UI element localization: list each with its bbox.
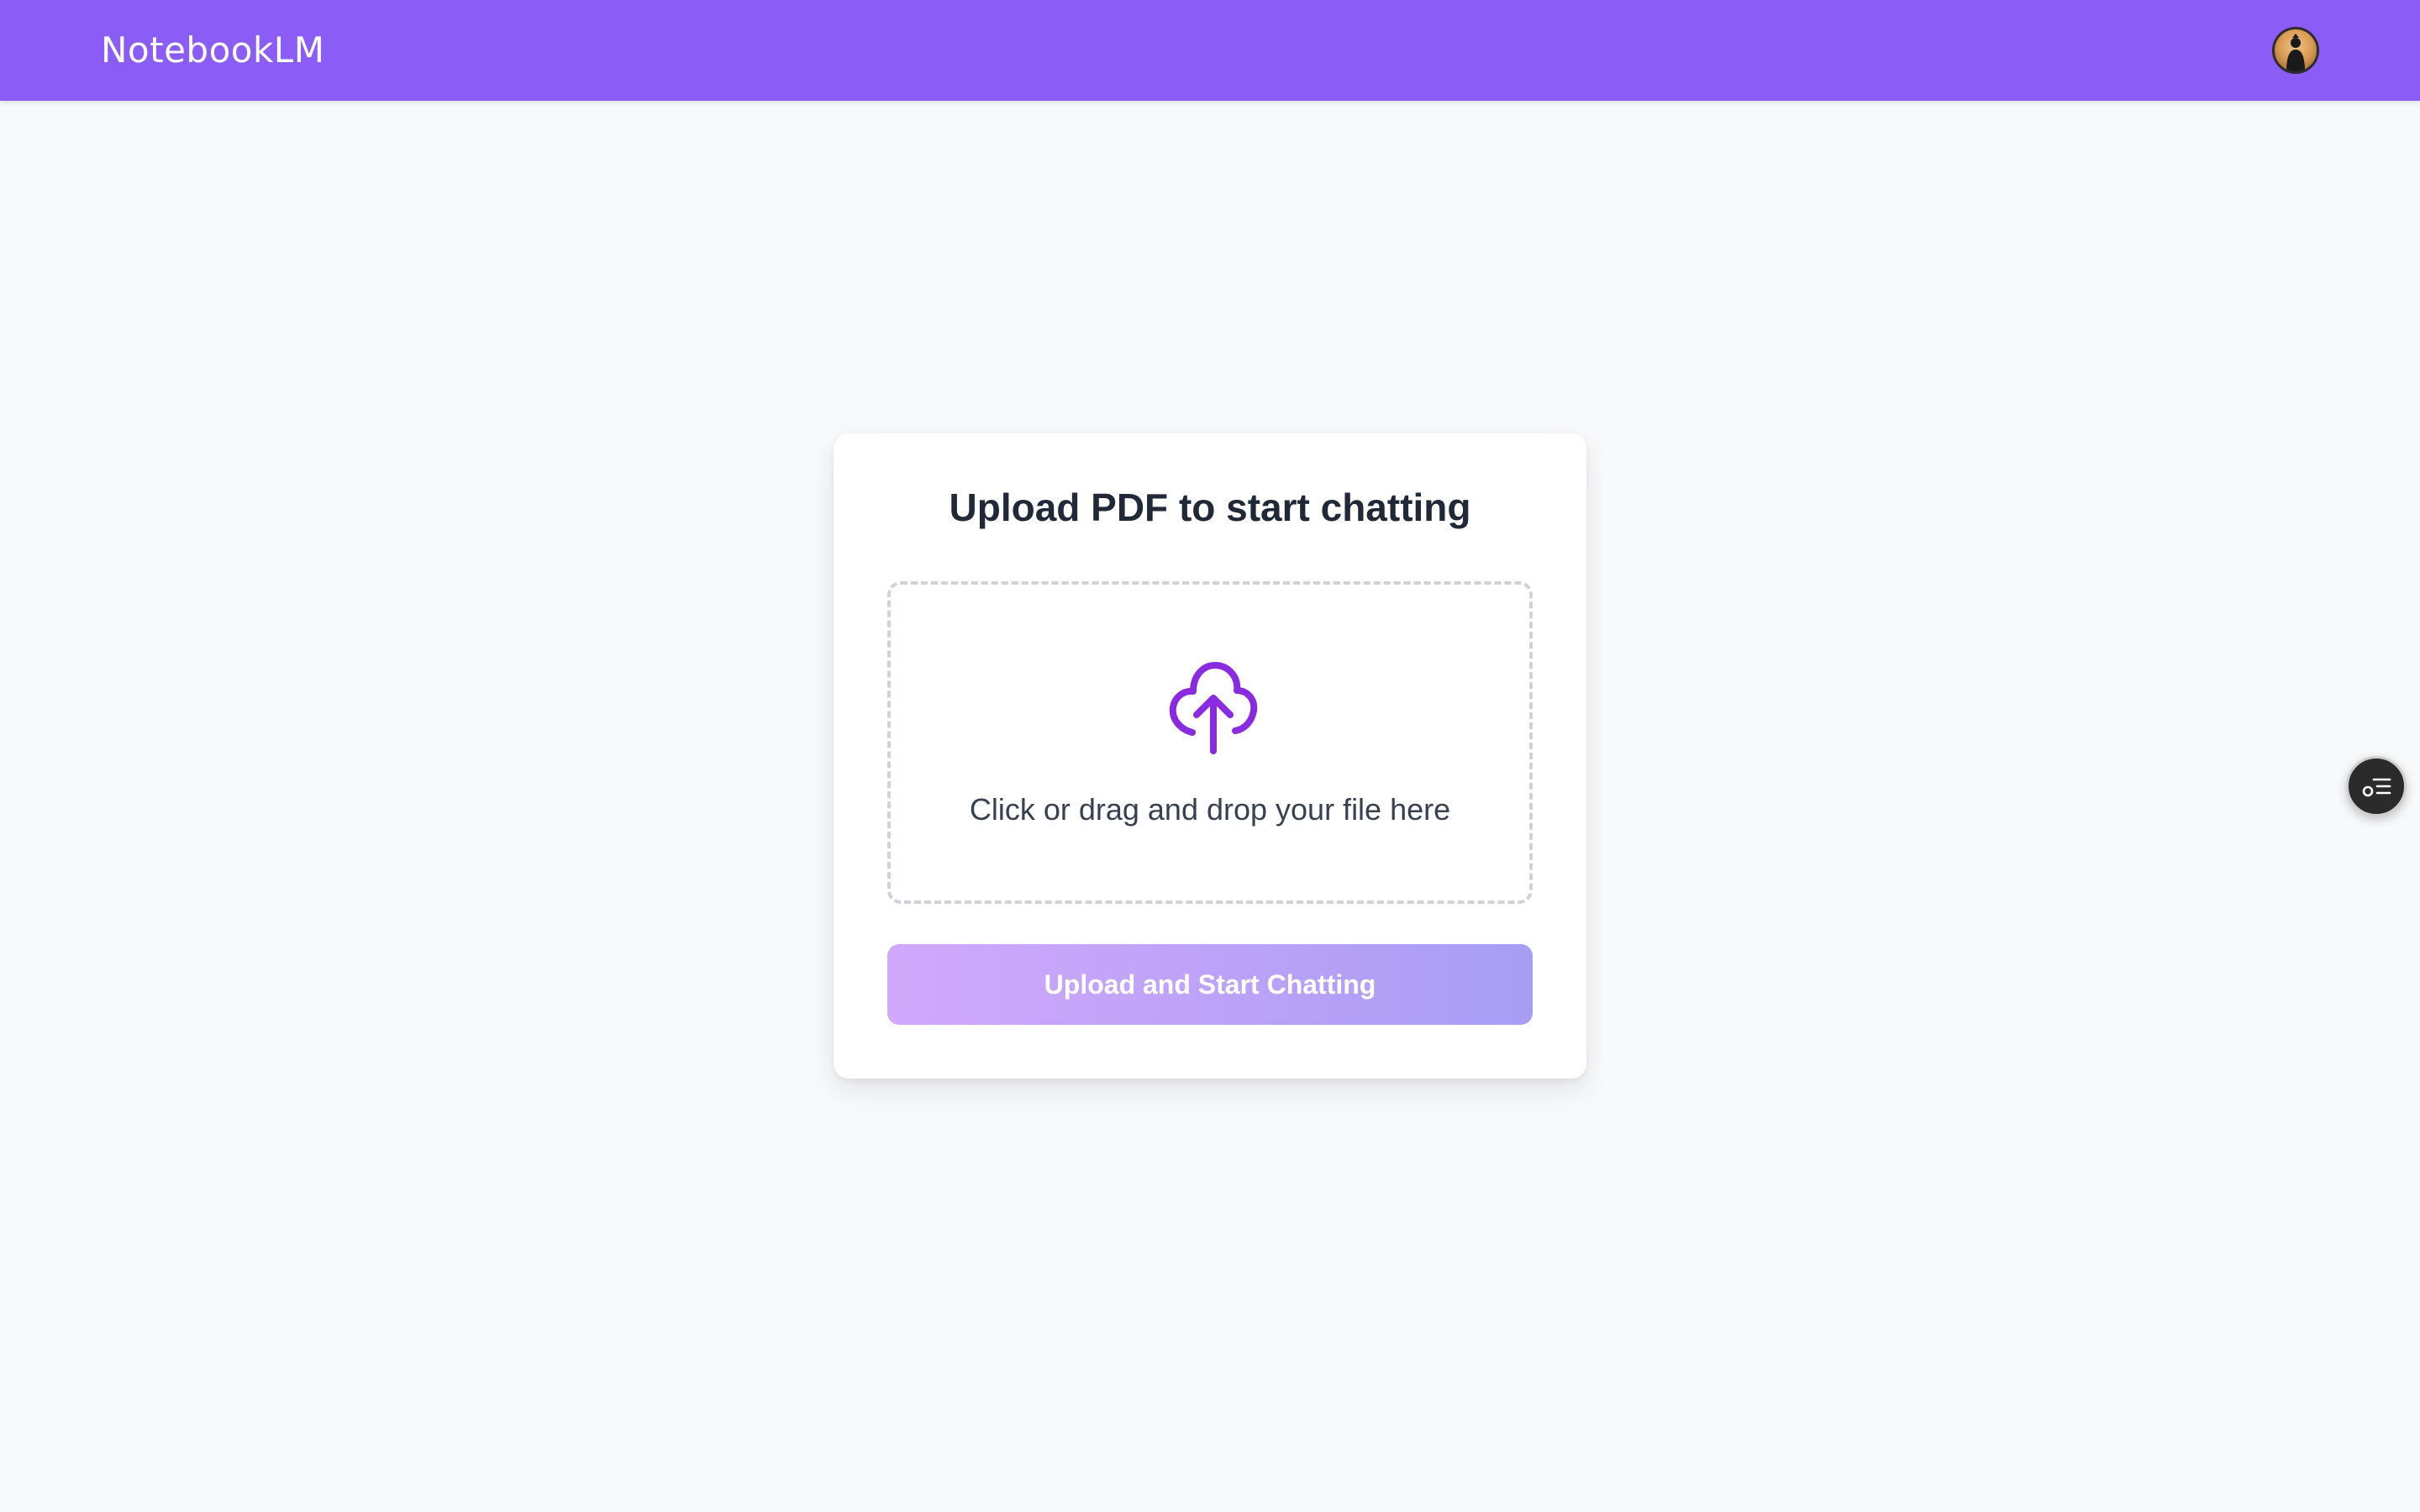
list-toggle-icon: [2362, 778, 2391, 797]
upload-and-start-chatting-button[interactable]: Upload and Start Chatting: [887, 944, 1533, 1025]
cloud-upload-icon: [1169, 662, 1258, 754]
user-avatar[interactable]: [2272, 27, 2319, 74]
app-title[interactable]: NotebookLM: [101, 27, 324, 74]
dropzone-prompt: Click or drag and drop your file here: [969, 792, 1451, 827]
file-dropzone[interactable]: Click or drag and drop your file here: [887, 581, 1533, 904]
floating-widget-button[interactable]: [2346, 756, 2407, 816]
avatar-silhouette-icon: [2286, 34, 2305, 71]
upload-card: Upload PDF to start chatting Click or dr…: [834, 433, 1586, 1079]
top-app-bar: NotebookLM: [0, 0, 2420, 101]
upload-card-title: Upload PDF to start chatting: [949, 486, 1471, 529]
